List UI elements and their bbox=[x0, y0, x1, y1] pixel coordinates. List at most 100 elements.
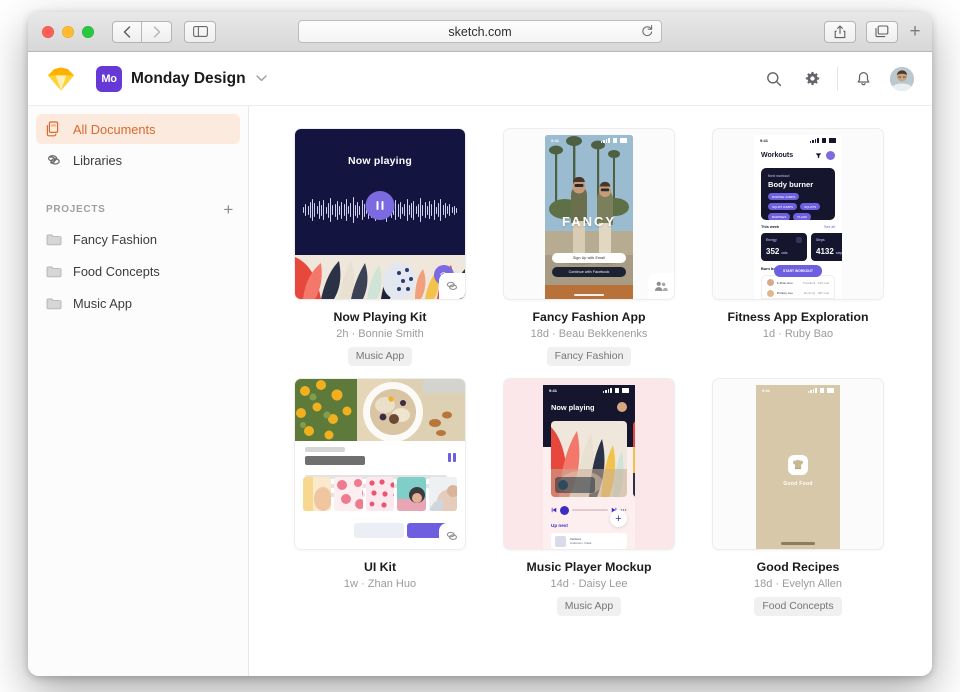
document-thumbnail[interactable]: 9:41 Good Food bbox=[712, 378, 884, 550]
next-workout-label: Next workout bbox=[768, 174, 790, 178]
thumb-item[interactable] bbox=[303, 477, 332, 511]
document-card[interactable]: Now playing Now Playing Kit 2h · Bonnie … bbox=[294, 128, 466, 366]
workout-pill: SQUAT JUMPS bbox=[768, 203, 798, 211]
projects-section-header: PROJECTS + bbox=[28, 201, 248, 218]
list-item[interactable]: Ventura Anderson .Paak bbox=[551, 533, 627, 549]
project-tag[interactable]: Music App bbox=[556, 597, 622, 616]
sidebar-item-label: Fancy Fashion bbox=[73, 232, 157, 247]
uikit-pause-icon[interactable] bbox=[448, 453, 456, 462]
project-tag[interactable]: Food Concepts bbox=[754, 597, 842, 616]
document-card[interactable]: UI Kit 1w · Zhan Huo bbox=[294, 378, 466, 616]
sidebar-item-music-app[interactable]: Music App bbox=[36, 288, 240, 319]
avatar[interactable] bbox=[617, 402, 627, 412]
placeholder-bar bbox=[305, 456, 365, 465]
maximize-window-button[interactable] bbox=[82, 25, 94, 38]
this-week-label: This week bbox=[761, 225, 780, 229]
add-project-button[interactable]: + bbox=[223, 201, 234, 218]
signup-email-button[interactable]: Sign Up with Email bbox=[552, 253, 626, 263]
document-card[interactable]: 9:41 Now playing Up next Ventura Anderso… bbox=[503, 378, 675, 616]
phone-status-bar: 9:41 bbox=[545, 135, 633, 146]
weekly-stats: Energy 352cals Steps 4132steps bbox=[761, 233, 842, 261]
placeholder-bar bbox=[305, 447, 345, 452]
status-time: 9:41 bbox=[549, 388, 558, 393]
share-button[interactable] bbox=[824, 20, 856, 43]
tabs-overview-button[interactable] bbox=[866, 20, 898, 43]
avatar[interactable] bbox=[890, 66, 914, 91]
document-meta: Good Recipes 18d · Evelyn Allen Food Con… bbox=[712, 550, 884, 616]
chevron-down-icon[interactable] bbox=[255, 73, 267, 85]
document-tags: Music App bbox=[503, 597, 675, 616]
continue-facebook-button[interactable]: Continue with Facebook bbox=[552, 267, 626, 277]
folder-icon bbox=[46, 265, 64, 278]
document-thumbnail[interactable]: 9:41 Workouts Next workout Body burner B… bbox=[712, 128, 884, 300]
secondary-button[interactable] bbox=[354, 523, 404, 538]
stat-unit: steps bbox=[835, 251, 842, 255]
search-icon[interactable] bbox=[755, 60, 793, 98]
uikit-thumbnail-strip bbox=[303, 477, 458, 511]
close-window-button[interactable] bbox=[42, 25, 54, 38]
document-thumbnail[interactable] bbox=[294, 378, 466, 550]
stat-card-energy: Energy 352 cals bbox=[761, 233, 807, 261]
thumb-item[interactable] bbox=[334, 477, 363, 511]
sidebar-toggle-button[interactable] bbox=[184, 20, 216, 43]
sidebar-item-label: Music App bbox=[73, 296, 133, 311]
document-card[interactable]: 9:41 Workouts Next workout Body burner B… bbox=[712, 128, 884, 366]
forward-button[interactable] bbox=[142, 20, 172, 43]
status-time: 9:41 bbox=[760, 138, 769, 143]
gear-icon[interactable] bbox=[793, 60, 831, 98]
document-card[interactable]: 9:41 FANCY Sign Up with Email Continue w… bbox=[503, 128, 675, 366]
document-tags: Fancy Fashion bbox=[503, 347, 675, 366]
folder-icon bbox=[46, 297, 64, 310]
next-workout-card[interactable]: Next workout Body burner BURPEE JUMPS SQ… bbox=[761, 168, 835, 220]
folder-icon bbox=[46, 233, 64, 246]
back-button[interactable] bbox=[112, 20, 142, 43]
filter-icon bbox=[815, 153, 822, 159]
thumb-item[interactable] bbox=[397, 477, 426, 511]
minimize-window-button[interactable] bbox=[62, 25, 74, 38]
document-thumbnail[interactable]: 9:41 Now playing Up next Ventura Anderso… bbox=[503, 378, 675, 550]
fitness-header-actions bbox=[815, 151, 835, 160]
documents-grid: Now playing Now Playing Kit 2h · Bonnie … bbox=[294, 128, 906, 616]
score: Treadmill · 425 cals bbox=[802, 280, 829, 285]
sidebar: All Documents Libraries PROJECTS + Fancy… bbox=[28, 106, 249, 676]
address-bar[interactable]: sketch.com bbox=[298, 20, 662, 43]
stat-value: 352 bbox=[766, 247, 780, 256]
project-tag[interactable]: Fancy Fashion bbox=[546, 347, 632, 366]
document-card[interactable]: 9:41 Good Food Good Recipes 18d · Evelyn… bbox=[712, 378, 884, 616]
app-body: All Documents Libraries PROJECTS + Fancy… bbox=[28, 106, 932, 676]
profile-chip-icon[interactable] bbox=[826, 151, 835, 160]
document-thumbnail[interactable]: Now playing bbox=[294, 128, 466, 300]
document-thumbnail[interactable]: 9:41 FANCY Sign Up with Email Continue w… bbox=[503, 128, 675, 300]
workspace-badge[interactable]: Mo bbox=[96, 65, 122, 92]
sidebar-item-libraries[interactable]: Libraries bbox=[36, 145, 240, 175]
mm-next-art bbox=[633, 421, 635, 497]
sidebar-item-all-documents[interactable]: All Documents bbox=[36, 114, 240, 144]
thumb-item[interactable] bbox=[428, 477, 458, 511]
libraries-icon bbox=[46, 153, 64, 167]
start-workout-button[interactable]: START WORKOUT bbox=[774, 265, 822, 277]
np-pause-button[interactable] bbox=[365, 191, 395, 220]
add-track-button[interactable]: + bbox=[610, 510, 627, 527]
burn-board-list: 1 Zhan Huo Treadmill · 425 cals 2 Daisy … bbox=[761, 275, 835, 299]
status-signal-icon bbox=[807, 388, 834, 393]
project-tag[interactable]: Music App bbox=[347, 347, 413, 366]
rank: 2 bbox=[777, 291, 779, 295]
sketch-diamond-icon[interactable] bbox=[46, 66, 76, 92]
fitness-screen-title: Workouts bbox=[761, 152, 794, 159]
new-tab-button[interactable]: + bbox=[904, 21, 926, 43]
reload-icon[interactable] bbox=[641, 24, 653, 40]
bell-icon[interactable] bbox=[844, 60, 882, 98]
fancy-phone-frame: 9:41 FANCY Sign Up with Email Continue w… bbox=[545, 135, 633, 299]
see-all-link[interactable]: See all bbox=[824, 225, 835, 229]
now-playing-art: Now playing bbox=[295, 129, 465, 299]
np-heading: Now playing bbox=[347, 155, 413, 167]
sidebar-item-fancy-fashion[interactable]: Fancy Fashion bbox=[36, 224, 240, 255]
app-name: Good Food bbox=[783, 481, 813, 487]
progress-track[interactable] bbox=[572, 509, 608, 511]
document-title: UI Kit bbox=[363, 560, 397, 574]
document-subtitle: 1d · Ruby Bao bbox=[762, 328, 834, 340]
list-item: 1 Zhan Huo Treadmill · 425 cals bbox=[767, 279, 829, 286]
play-button[interactable] bbox=[560, 505, 569, 515]
thumb-item[interactable] bbox=[365, 477, 395, 511]
sidebar-item-food-concepts[interactable]: Food Concepts bbox=[36, 256, 240, 287]
